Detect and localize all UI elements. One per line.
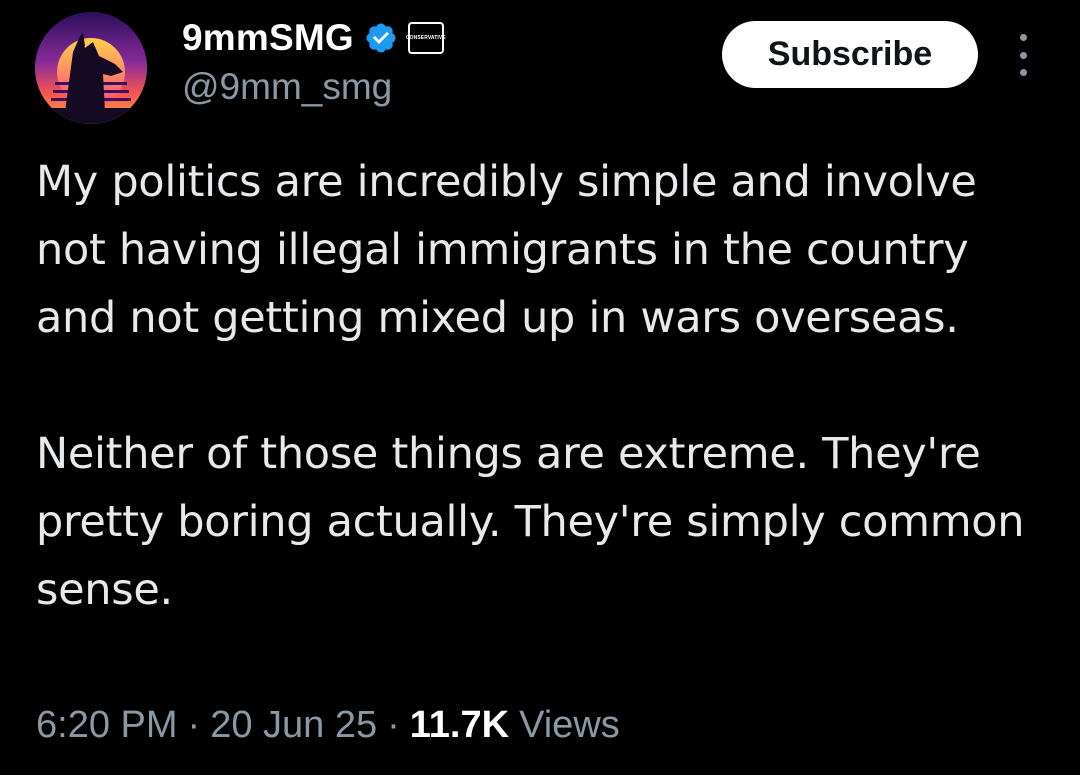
tweet-meta: 6:20 PM · 20 Jun 25 · 11.7K Views [36,704,620,747]
dog-silhouette-sunset-icon [35,12,147,124]
meta-separator: · [187,704,201,746]
views-count: 11.7K [409,704,510,746]
affiliation-badge-text: CONSERVATIVE [405,35,446,41]
tweet-time[interactable]: 6:20 PM [36,704,178,747]
subscribe-button[interactable]: Subscribe [722,21,978,88]
verified-badge-icon[interactable] [364,21,398,55]
meta-separator: · [387,704,400,746]
author-handle[interactable]: @9mm_smg [182,66,392,108]
tweet-container: 9mmSMG CONSERVATIVE @9mm_smg Subscribe M… [0,0,1080,775]
avatar[interactable] [35,12,147,124]
more-vertical-icon[interactable] [1008,34,1038,76]
tweet-paragraph: My politics are incredibly simple and in… [36,157,977,343]
tweet-text: My politics are incredibly simple and in… [36,148,1046,624]
tweet-paragraph: Neither of those things are extreme. The… [36,429,1025,615]
display-name[interactable]: 9mmSMG [182,17,354,59]
tweet-date[interactable]: 20 Jun 25 [210,704,377,747]
views-label: Views [519,704,620,746]
author-name-row: 9mmSMG CONSERVATIVE [182,16,446,60]
affiliation-badge[interactable]: CONSERVATIVE [405,22,446,54]
